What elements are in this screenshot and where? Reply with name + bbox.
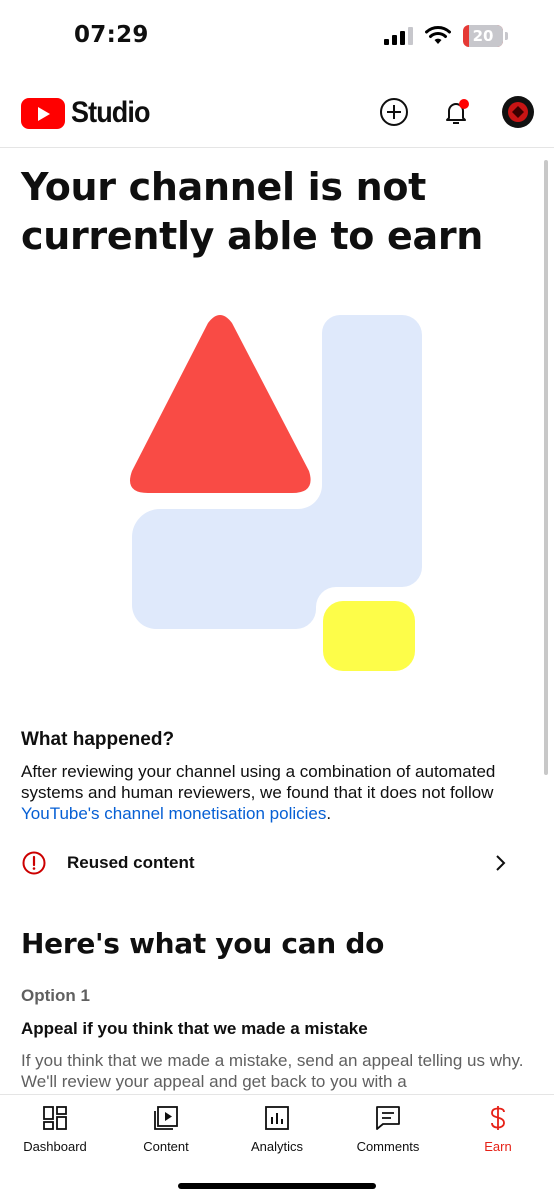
what-happened-text: After reviewing your channel using a com… [21,762,496,823]
analytics-icon [265,1106,289,1130]
home-indicator[interactable] [178,1183,376,1189]
scrollbar[interactable] [544,160,548,775]
battery-level: 20 [472,27,494,45]
issue-label: Reused content [67,853,195,872]
nav-comments[interactable]: Comments [338,1103,438,1154]
nav-analytics[interactable]: Analytics [227,1103,327,1154]
status-icons: 20 [384,25,508,47]
battery-icon: 20 [463,25,503,47]
nav-content[interactable]: Content [116,1103,216,1154]
add-circle-icon [380,98,408,126]
notification-dot [459,99,469,109]
error-icon [22,851,46,875]
app-name: Studio [71,96,150,129]
option-label: Option 1 [21,986,90,1005]
nav-label-analytics: Analytics [250,1139,304,1154]
comments-icon [376,1106,400,1130]
status-time: 07:29 [74,22,149,48]
nav-label-comments: Comments [356,1139,420,1154]
content-icon [154,1106,178,1130]
monetisation-policies-link[interactable]: YouTube's channel monetisation policies [21,804,326,823]
nav-dashboard[interactable]: Dashboard [5,1103,105,1154]
app-header: Studio [0,74,554,148]
option-title: Appeal if you think that we made a mista… [21,1019,368,1038]
youtube-play-icon [21,97,65,129]
wifi-icon [425,26,451,44]
cellular-signal-icon [384,27,413,45]
nav-label-dashboard: Dashboard [23,1139,87,1154]
nav-label-content: Content [143,1139,189,1154]
nav-label-earn: Earn [484,1139,512,1154]
chevron-right-icon [496,855,506,871]
bottom-nav: Dashboard Content Analytics Comments Ear… [0,1094,554,1200]
status-bar: 07:29 20 [0,0,554,74]
bell-icon [446,99,469,124]
studio-logo[interactable]: Studio [21,96,158,130]
notifications-button[interactable] [440,96,472,128]
actions-heading: Here's what you can do [21,927,385,960]
avatar[interactable] [502,96,534,128]
avatar-image [508,102,528,122]
dashboard-icon [43,1106,67,1130]
page-title: Your channel is not currently able to ea… [21,165,484,258]
create-button[interactable] [378,96,410,128]
earn-icon [491,1106,505,1130]
warning-illustration [130,315,422,671]
what-happened-heading: What happened? [21,729,175,750]
option-text: If you think that we made a mistake, sen… [21,1051,524,1091]
main-content: Your channel is not currently able to ea… [0,149,554,1094]
issue-row-reused-content[interactable]: Reused content [0,839,554,887]
nav-earn[interactable]: Earn [448,1103,548,1154]
